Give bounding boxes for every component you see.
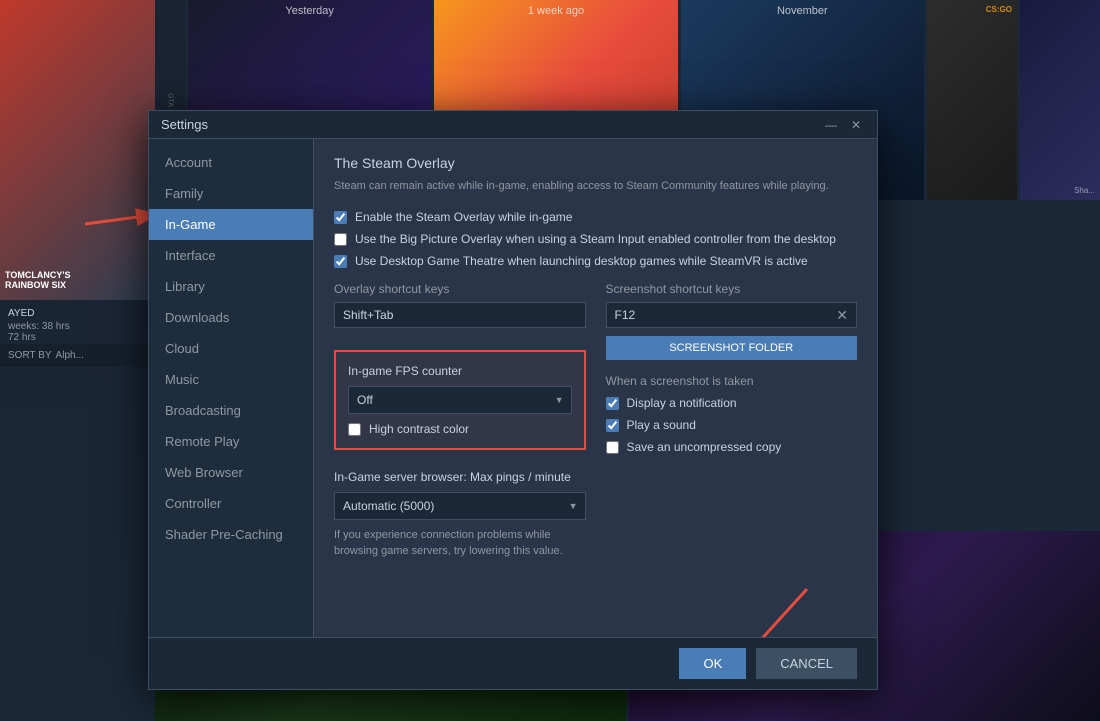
checkbox-high-contrast[interactable] [348, 423, 361, 436]
bg-label-yesterday: Yesterday [188, 5, 431, 17]
ok-button[interactable]: OK [679, 648, 746, 679]
sidebar-item-account[interactable]: Account [149, 147, 313, 178]
server-note: If you experience connection problems wh… [334, 528, 586, 559]
sidebar-item-music[interactable]: Music [149, 364, 313, 395]
checkbox-play-sound-label: Play a sound [627, 418, 696, 432]
screenshot-shortcut-input[interactable] [607, 303, 829, 327]
bg-label-week: 1 week ago [434, 5, 677, 17]
overlay-shortcut-label: Overlay shortcut keys [334, 282, 586, 296]
checkbox-enable-overlay-label: Enable the Steam Overlay while in-game [355, 210, 572, 224]
sidebar-item-web-browser[interactable]: Web Browser [149, 457, 313, 488]
screenshot-shortcut-field: ✕ [606, 302, 858, 328]
sidebar-item-interface[interactable]: Interface [149, 240, 313, 271]
fps-counter-box: In-game FPS counter Off Top-left Top-rig… [334, 350, 586, 450]
settings-nav: Account Family In-Game Interface Library… [149, 139, 314, 637]
sort-value: Alph... [56, 350, 84, 361]
cancel-button[interactable]: CANCEL [756, 648, 857, 679]
sidebar-item-in-game[interactable]: In-Game [149, 209, 313, 240]
sidebar-item-downloads[interactable]: Downloads [149, 302, 313, 333]
dialog-titlebar: Settings — ✕ [149, 111, 877, 139]
checkbox-display-notification-label: Display a notification [627, 396, 737, 410]
left-hero-image: TOMCLANCY'SRAINBOW SIX [0, 0, 155, 300]
red-arrow-svg [657, 579, 857, 637]
dialog-body: Account Family In-Game Interface Library… [149, 139, 877, 637]
minimize-button[interactable]: — [821, 118, 841, 132]
checkbox-high-contrast-label: High contrast color [369, 422, 469, 436]
checkbox-save-uncompressed-label: Save an uncompressed copy [627, 440, 782, 454]
checkbox-row-enable: Enable the Steam Overlay while in-game [334, 210, 857, 224]
fps-counter-title: In-game FPS counter [348, 364, 572, 378]
titlebar-buttons: — ✕ [821, 118, 865, 132]
settings-dialog: Settings — ✕ Account Family In-Game Inte… [148, 110, 878, 690]
checkbox-big-picture[interactable] [334, 233, 347, 246]
checkbox-row-save-uncompressed: Save an uncompressed copy [606, 440, 858, 454]
server-browser-label: In-Game server browser: Max pings / minu… [334, 470, 586, 484]
hours-label: 72 hrs [8, 332, 147, 343]
server-section: In-Game server browser: Max pings / minu… [334, 470, 586, 559]
played-label: AYED [8, 308, 147, 319]
checkbox-row-display-notif: Display a notification [606, 396, 858, 410]
checkbox-enable-overlay[interactable] [334, 211, 347, 224]
close-button[interactable]: ✕ [847, 118, 865, 132]
dialog-title: Settings [161, 117, 208, 132]
settings-content: The Steam Overlay Steam can remain activ… [314, 139, 877, 637]
left-panel: TOMCLANCY'SRAINBOW SIX AYED weeks: 38 hr… [0, 0, 155, 721]
checkbox-display-notification[interactable] [606, 397, 619, 410]
sidebar-item-shader-pre-caching[interactable]: Shader Pre-Caching [149, 519, 313, 550]
server-browser-select[interactable]: Automatic (5000) 250 500 1000 2000 3000 [334, 492, 586, 520]
checkbox-play-sound[interactable] [606, 419, 619, 432]
overlay-shortcut-input[interactable] [334, 302, 586, 328]
sidebar-item-controller[interactable]: Controller [149, 488, 313, 519]
checkbox-row-desktop-theatre: Use Desktop Game Theatre when launching … [334, 254, 857, 268]
checkbox-big-picture-label: Use the Big Picture Overlay when using a… [355, 232, 836, 246]
csgo-title: CS:GO [986, 5, 1012, 14]
weeks-label: weeks: 38 hrs [8, 321, 147, 332]
checkbox-row-big-picture: Use the Big Picture Overlay when using a… [334, 232, 857, 246]
overlay-section-title: The Steam Overlay [334, 155, 857, 171]
checkbox-row-play-sound: Play a sound [606, 418, 858, 432]
checkbox-desktop-theatre-label: Use Desktop Game Theatre when launching … [355, 254, 808, 268]
bg-label-november: November [681, 5, 924, 17]
sha-title: Sha... [1074, 186, 1095, 195]
col-left: Overlay shortcut keys In-game FPS counte… [334, 282, 586, 559]
screenshot-shortcut-label: Screenshot shortcut keys [606, 282, 858, 296]
sidebar-item-library[interactable]: Library [149, 271, 313, 302]
checkbox-row-high-contrast: High contrast color [348, 422, 572, 436]
dialog-footer: OK CANCEL [149, 637, 877, 689]
screenshot-folder-button[interactable]: SCREENSHOT FOLDER [606, 336, 858, 360]
screenshot-clear-button[interactable]: ✕ [828, 307, 856, 324]
screenshot-section: When a screenshot is taken Display a not… [606, 374, 858, 454]
when-screenshot-label: When a screenshot is taken [606, 374, 858, 388]
overlay-section-desc: Steam can remain active while in-game, e… [334, 179, 857, 194]
sidebar-item-family[interactable]: Family [149, 178, 313, 209]
fps-select-wrapper: Off Top-left Top-right Bottom-left Botto… [348, 386, 572, 414]
sort-bar: SORT BY Alph... [0, 344, 155, 367]
sort-by-label: SORT BY [8, 350, 52, 361]
two-col-layout: Overlay shortcut keys In-game FPS counte… [334, 282, 857, 559]
game-hero-text: TOMCLANCY'SRAINBOW SIX [5, 270, 70, 290]
sidebar-item-cloud[interactable]: Cloud [149, 333, 313, 364]
server-select-wrapper: Automatic (5000) 250 500 1000 2000 3000 [334, 492, 586, 520]
checkbox-desktop-theatre[interactable] [334, 255, 347, 268]
sidebar-item-remote-play[interactable]: Remote Play [149, 426, 313, 457]
sidebar-item-broadcasting[interactable]: Broadcasting [149, 395, 313, 426]
fps-counter-select[interactable]: Off Top-left Top-right Bottom-left Botto… [348, 386, 572, 414]
col-right: Screenshot shortcut keys ✕ SCREENSHOT FO… [606, 282, 858, 559]
checkbox-save-uncompressed[interactable] [606, 441, 619, 454]
